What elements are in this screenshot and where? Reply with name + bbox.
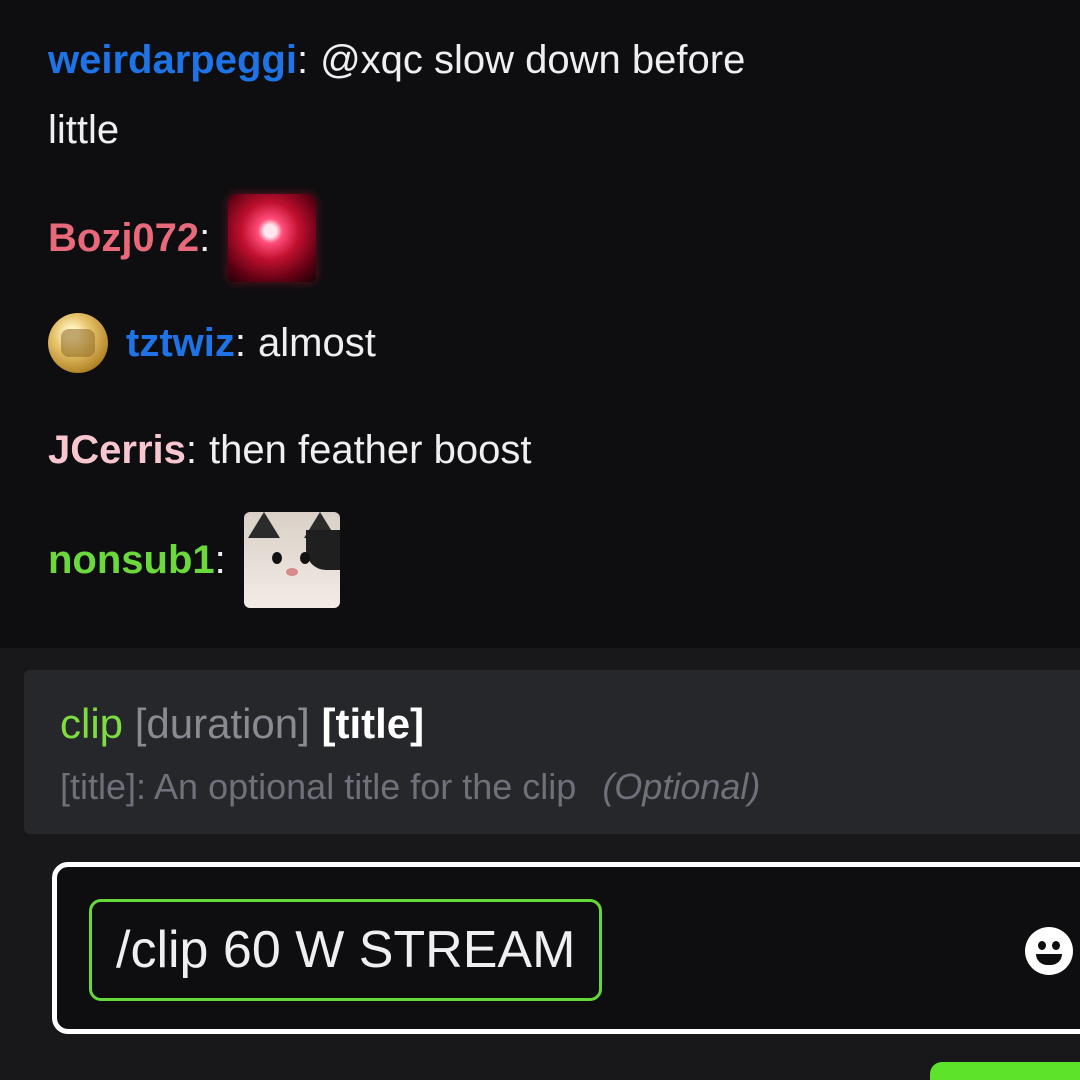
- optional-tag: (Optional): [602, 766, 761, 807]
- chat-text: almost: [258, 320, 376, 365]
- chat-colon: :: [199, 215, 211, 260]
- chat-message: weirdarpeggi : @xqc slow down before: [48, 38, 745, 83]
- cat-emote[interactable]: [243, 512, 340, 608]
- chat-colon: :: [185, 428, 197, 472]
- chat-message: tztwiz : almost: [48, 313, 376, 373]
- smiley-icon[interactable]: [1025, 927, 1073, 975]
- chat-message: nonsub1 :: [48, 512, 340, 608]
- command-signature: clip [duration] [title]: [60, 700, 424, 748]
- chat-colon: :: [214, 537, 226, 582]
- chat-message: JCerris : then feather boost: [48, 428, 531, 473]
- command-hint[interactable]: clip [duration] [title] [title]: An opti…: [24, 670, 1080, 834]
- chat-text-continued: little: [48, 108, 120, 152]
- chat-username[interactable]: JCerris: [48, 428, 186, 473]
- chat-username[interactable]: tztwiz: [126, 321, 235, 366]
- command-name: clip: [60, 700, 124, 747]
- chat-text: then feather boost: [209, 428, 532, 472]
- chat-username[interactable]: nonsub1: [48, 538, 215, 583]
- chat-send-button[interactable]: [930, 1062, 1080, 1080]
- chat-message: Bozj072 :: [48, 194, 317, 282]
- chat-input[interactable]: /clip 60 W STREAM: [52, 862, 1080, 1034]
- chat-colon: :: [296, 38, 309, 82]
- chat-username[interactable]: weirdarpeggi: [48, 38, 297, 83]
- siren-emote[interactable]: [228, 194, 317, 282]
- chat-input-value[interactable]: /clip 60 W STREAM: [89, 899, 603, 1001]
- chat-log: weirdarpeggi : @xqc slow down before lit…: [0, 0, 1080, 648]
- chat-composer-area: clip [duration] [title] [title]: An opti…: [0, 648, 1080, 1080]
- chat-colon: :: [234, 320, 246, 365]
- command-arg-title: [title]: [321, 700, 425, 747]
- command-arg-description: [title]: An optional title for the clip …: [60, 766, 760, 808]
- coin-badge-icon[interactable]: [48, 313, 108, 373]
- chat-page: weirdarpeggi : @xqc slow down before lit…: [0, 0, 1080, 1080]
- description-label: [title]:: [60, 766, 147, 807]
- description-text: An optional title for the clip: [154, 766, 577, 807]
- chat-username[interactable]: Bozj072: [48, 216, 199, 261]
- command-arg-duration: [duration]: [134, 700, 310, 747]
- chat-text: @xqc slow down before: [320, 38, 746, 82]
